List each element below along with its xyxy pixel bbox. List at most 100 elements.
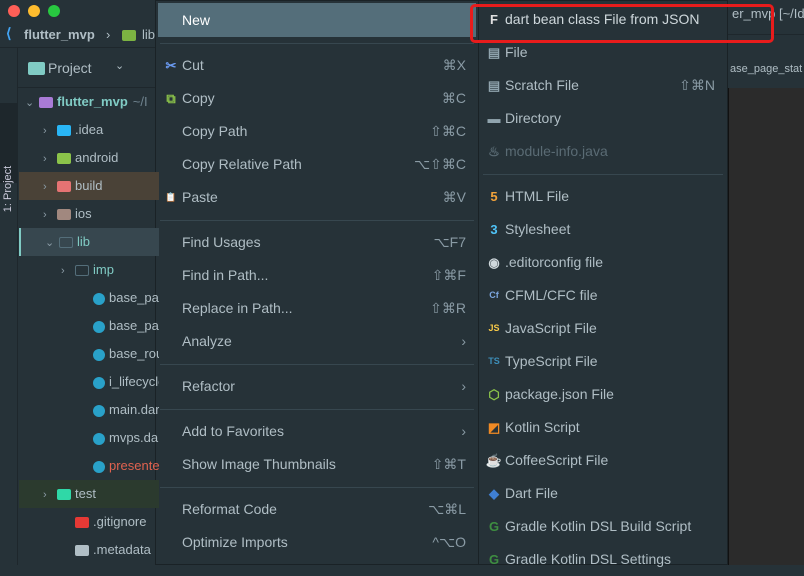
chevron-right-icon[interactable]: ›: [43, 145, 57, 172]
tree-item[interactable]: › ios: [19, 200, 159, 228]
dart-file-icon: [93, 292, 105, 305]
submenu-arrow-icon: ›: [461, 333, 466, 349]
chevron-down-icon[interactable]: ⌄: [25, 89, 39, 116]
tree-item[interactable]: base_page: [19, 312, 159, 340]
chevron-down-icon[interactable]: ⌄: [45, 229, 59, 256]
chevron-right-icon[interactable]: ›: [43, 117, 57, 144]
tree-item[interactable]: i_lifecycle.: [19, 368, 159, 396]
minimize-window-button[interactable]: [28, 5, 40, 17]
menu-item-add-to-favorites[interactable]: Add to Favorites ›: [156, 415, 478, 448]
editor-tab[interactable]: ase_page_stat: [730, 63, 802, 75]
chevron-right-icon[interactable]: ›: [61, 257, 75, 284]
menu-item-label: Find in Path...: [182, 267, 269, 283]
menu-item-typescript-file[interactable]: TS TypeScript File: [479, 345, 727, 378]
tree-item-label: .gitignore: [93, 514, 147, 529]
gradle-icon: G: [488, 552, 500, 567]
menu-item-show-image-thumbnails[interactable]: Show Image Thumbnails ⇧⌘T: [156, 448, 478, 481]
menu-item-label: Directory: [505, 110, 562, 126]
tree-item[interactable]: main.dart: [19, 396, 159, 424]
breadcrumb-lib[interactable]: lib: [142, 27, 155, 42]
menu-item-label: HTML File: [505, 188, 570, 204]
tree-item-label: .metadata: [93, 542, 151, 557]
menu-item-replace-in-path[interactable]: Replace in Path... ⇧⌘R: [156, 292, 478, 325]
close-window-button[interactable]: [8, 5, 20, 17]
tree-item[interactable]: › test: [19, 480, 159, 508]
tree-item[interactable]: › imp: [19, 256, 159, 284]
coffeescript-icon: ☕: [485, 453, 503, 468]
android-folder-icon: [57, 153, 71, 165]
tree-item[interactable]: mvps.dart: [19, 424, 159, 452]
menu-item-gradle-kotlin-dsl-build-script[interactable]: G Gradle Kotlin DSL Build Script: [479, 510, 727, 543]
tree-item[interactable]: › .idea: [19, 116, 159, 144]
menu-item-label: Paste: [182, 189, 218, 205]
menu-item-refactor[interactable]: Refactor ›: [156, 370, 478, 403]
chevron-right-icon: ›: [106, 27, 111, 42]
menu-item-cut[interactable]: ✂ Cut ⌘X: [156, 49, 478, 82]
menu-item-scratch-file[interactable]: ▤ Scratch File ⇧⌘N: [479, 69, 727, 102]
menu-item-optimize-imports[interactable]: Optimize Imports ^⌥O: [156, 526, 478, 559]
module-folder-icon: [39, 97, 53, 109]
menu-item-find-in-path[interactable]: Find in Path... ⇧⌘F: [156, 259, 478, 292]
menu-item-copy[interactable]: ⧉ Copy ⌘C: [156, 82, 478, 115]
tree-item[interactable]: presenter_: [19, 452, 159, 480]
zoom-window-button[interactable]: [48, 5, 60, 17]
tree-item-path: ~/I: [132, 94, 148, 109]
chevron-right-icon[interactable]: ›: [43, 481, 57, 508]
menu-item-gradle-kotlin-dsl-settings[interactable]: G Gradle Kotlin DSL Settings: [479, 543, 727, 576]
shortcut-label: ⌥F7: [433, 234, 466, 250]
git-icon: [75, 517, 89, 529]
dart-file-icon: [93, 376, 105, 389]
tree-item[interactable]: .gitignore: [19, 508, 159, 536]
menu-item-dart-file[interactable]: ◆ Dart File: [479, 477, 727, 510]
menu-item-new[interactable]: New: [156, 4, 478, 37]
project-view-selector[interactable]: Project: [48, 60, 92, 76]
menu-item-copy-relative-path[interactable]: Copy Relative Path ⌥⇧⌘C: [156, 148, 478, 181]
nodejs-icon: ⬡: [488, 387, 500, 402]
dart-file-icon: [93, 432, 105, 445]
tree-item[interactable]: › build: [19, 172, 159, 200]
tree-item[interactable]: ⌄ flutter_mvp ~/I: [19, 88, 159, 116]
breadcrumb-project[interactable]: flutter_mvp: [24, 27, 95, 42]
menu-item-reformat-code[interactable]: Reformat Code ⌥⌘L: [156, 493, 478, 526]
menu-item-directory[interactable]: ▬ Directory: [479, 102, 727, 135]
menu-item-paste[interactable]: 📋 Paste ⌘V: [156, 181, 478, 214]
menu-item-kotlin-script[interactable]: ◩ Kotlin Script: [479, 411, 727, 444]
tree-item[interactable]: .metadata: [19, 536, 159, 564]
menu-item-analyze[interactable]: Analyze ›: [156, 325, 478, 358]
menu-item-coffeescript-file[interactable]: ☕ CoffeeScript File: [479, 444, 727, 477]
submenu-arrow-icon: ›: [461, 378, 466, 394]
menu-item-package-json-file[interactable]: ⬡ package.json File: [479, 378, 727, 411]
typescript-icon: TS: [488, 356, 500, 366]
html5-icon: 5: [490, 189, 498, 204]
menu-item-label: Find Usages: [182, 234, 261, 250]
menu-item-copy-path[interactable]: Copy Path ⇧⌘C: [156, 115, 478, 148]
menu-item-javascript-file[interactable]: JS JavaScript File: [479, 312, 727, 345]
chevron-right-icon[interactable]: ›: [43, 201, 57, 228]
tree-item-label: i_lifecycle.: [109, 374, 159, 389]
shortcut-label: ^⌥O: [432, 534, 466, 550]
chevron-down-icon[interactable]: ⌄: [115, 59, 124, 72]
tree-item-label: base_page: [109, 290, 159, 305]
menu-item-html-file[interactable]: 5 HTML File: [479, 180, 727, 213]
tree-item[interactable]: ⌄ lib: [19, 228, 159, 256]
tree-item[interactable]: base_page: [19, 284, 159, 312]
editorconfig-icon: ◉: [488, 255, 500, 270]
tree-item[interactable]: base_route: [19, 340, 159, 368]
menu-item-editorconfig-file[interactable]: ◉ .editorconfig file: [479, 246, 727, 279]
menu-item-label: Kotlin Script: [505, 419, 580, 435]
menu-item-label: Copy Relative Path: [182, 156, 302, 172]
menu-item-stylesheet[interactable]: 3 Stylesheet: [479, 213, 727, 246]
tree-item[interactable]: › android: [19, 144, 159, 172]
chevron-right-icon[interactable]: ›: [43, 173, 57, 200]
dart-file-icon: [93, 404, 105, 417]
tree-item-label: presenter_: [109, 458, 159, 473]
shortcut-label: ⇧⌘C: [430, 123, 466, 139]
javascript-icon: JS: [488, 323, 500, 333]
cfml-icon: Cf: [489, 290, 499, 300]
menu-item-label: Refactor: [182, 378, 235, 394]
menu-item-cfml-cfc-file[interactable]: Cf CFML/CFC file: [479, 279, 727, 312]
menu-item-find-usages[interactable]: Find Usages ⌥F7: [156, 226, 478, 259]
editor-area[interactable]: [728, 88, 804, 565]
project-tool-window-tab[interactable]: 1: Project: [0, 103, 18, 212]
java-icon: ♨: [488, 144, 500, 159]
